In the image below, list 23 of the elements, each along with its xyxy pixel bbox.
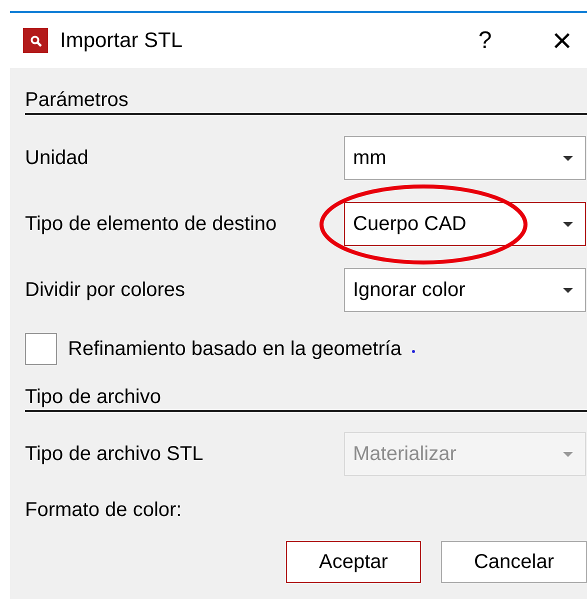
caret-icon	[563, 288, 573, 293]
help-button[interactable]: ?	[473, 26, 497, 54]
section-heading: Parámetros	[25, 88, 587, 115]
dropdown[interactable]: mm	[344, 136, 586, 180]
checkbox-label: Refinamiento basado en la geometría	[68, 338, 402, 360]
dialog-button[interactable]: Cancelar	[441, 541, 587, 583]
caret-icon	[563, 156, 573, 161]
close-button[interactable]: ×	[547, 26, 577, 56]
field-label: Dividir por colores	[25, 278, 186, 302]
dot-icon	[412, 350, 415, 352]
dialog-button[interactable]: Aceptar	[286, 541, 421, 583]
caret-icon	[563, 452, 573, 457]
dropdown[interactable]: Cuerpo CAD	[344, 202, 586, 246]
section-heading: Tipo de archivo	[25, 385, 587, 412]
window-title: Importar STL	[60, 28, 183, 52]
field-label: Tipo de elemento de destino	[25, 212, 278, 236]
field-label: Formato de color:	[25, 498, 182, 522]
magnifier-icon	[23, 28, 48, 53]
dropdown[interactable]: Ignorar color	[344, 268, 586, 312]
checkbox[interactable]	[25, 333, 57, 365]
caret-icon	[563, 222, 573, 227]
field-label: Unidad	[25, 146, 90, 170]
field-label: Tipo de archivo STL	[25, 442, 204, 466]
